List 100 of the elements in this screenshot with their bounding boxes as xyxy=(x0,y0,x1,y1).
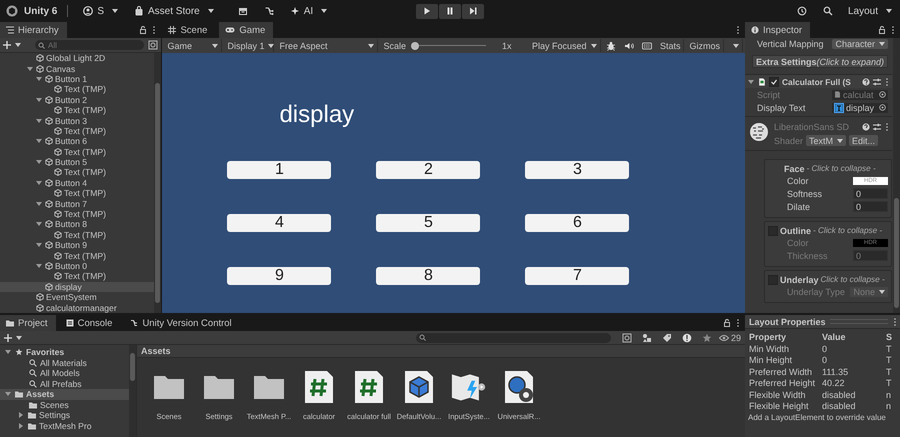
search-field[interactable]: All xyxy=(35,40,144,50)
expand-arrow-icon[interactable] xyxy=(36,222,42,226)
hierarchy-item[interactable]: Button 4 xyxy=(0,178,154,188)
keyboard-icon[interactable] xyxy=(642,40,652,50)
hierarchy-item[interactable]: Button 1 xyxy=(0,74,154,84)
asset-store-button[interactable]: Asset Store xyxy=(129,4,219,18)
expand-arrow-icon[interactable] xyxy=(36,202,42,206)
scale-slider[interactable] xyxy=(410,40,489,50)
expand-arrow-icon[interactable] xyxy=(36,98,42,102)
hierarchy-item[interactable]: Button 7 xyxy=(0,198,154,209)
lock-icon[interactable] xyxy=(878,26,886,34)
section-checkbox[interactable] xyxy=(768,274,778,284)
sliders-icon[interactable] xyxy=(873,78,881,86)
help-icon[interactable] xyxy=(862,123,870,131)
number-button[interactable]: 9 xyxy=(227,267,332,285)
lock-icon[interactable] xyxy=(723,319,731,327)
hierarchy-item[interactable]: Text (TMP) xyxy=(0,167,154,178)
hierarchy-item[interactable]: Canvas xyxy=(0,63,154,74)
bug-icon[interactable] xyxy=(606,40,616,50)
extra-settings-button[interactable]: Extra Settings(Click to expand) xyxy=(752,55,888,68)
more-menu-icon[interactable] xyxy=(153,26,156,34)
hierarchy-item[interactable]: Text (TMP) xyxy=(0,126,154,136)
step-button[interactable] xyxy=(462,4,484,18)
expand-arrow-icon[interactable] xyxy=(19,412,23,418)
project-tree-item[interactable]: TextMesh Pro xyxy=(0,420,129,431)
search-type-icon[interactable] xyxy=(622,332,632,342)
hierarchy-item[interactable]: Button 5 xyxy=(0,156,154,168)
project-tree-item[interactable]: Settings xyxy=(0,410,129,420)
section-checkbox[interactable] xyxy=(768,226,778,236)
number-button[interactable]: 7 xyxy=(525,267,630,285)
number-field[interactable]: 0 xyxy=(853,201,888,212)
object-field[interactable]: display xyxy=(832,102,888,112)
create-button[interactable] xyxy=(4,334,22,342)
expand-arrow-icon[interactable] xyxy=(36,243,42,248)
search-field[interactable] xyxy=(416,332,611,342)
number-button[interactable]: 4 xyxy=(227,214,332,232)
section-title[interactable]: Underlay xyxy=(780,274,819,284)
star-icon[interactable] xyxy=(702,332,712,342)
scrollbar[interactable] xyxy=(893,38,900,313)
project-tree-item[interactable]: Assets xyxy=(0,389,129,400)
number-button[interactable]: 8 xyxy=(376,267,480,285)
expand-arrow-icon[interactable] xyxy=(27,66,33,71)
scrollbar[interactable] xyxy=(154,53,162,313)
expand-arrow-icon[interactable] xyxy=(36,264,42,268)
hierarchy-item[interactable]: Text (TMP) xyxy=(0,146,154,157)
section-title[interactable]: Face xyxy=(784,164,805,174)
number-button[interactable]: 6 xyxy=(525,214,630,232)
project-tree-item[interactable]: All Prefabs xyxy=(0,378,129,389)
hidden-count[interactable]: 29 xyxy=(718,332,741,342)
hierarchy-item[interactable]: Text (TMP) xyxy=(0,208,154,220)
shapes-icon[interactable] xyxy=(642,332,652,342)
hierarchy-item[interactable]: Text (TMP) xyxy=(0,250,154,261)
hierarchy-item[interactable]: Text (TMP) xyxy=(0,104,154,116)
collapse-hint[interactable]: - Click to collapse - xyxy=(813,226,882,235)
filter-icon[interactable] xyxy=(148,40,158,50)
inspector-tab[interactable]: Inspector xyxy=(745,22,810,38)
project-tree-item[interactable]: All Materials xyxy=(0,358,129,368)
tag-icon[interactable] xyxy=(662,332,672,342)
edit-shader-button[interactable]: Edit... xyxy=(849,135,878,146)
hierarchy-item[interactable]: EventSystem xyxy=(0,292,154,302)
number-button[interactable]: 3 xyxy=(525,161,630,179)
panel-tab[interactable]: Unity Version Control xyxy=(124,315,240,331)
collapse-arrow-icon[interactable] xyxy=(748,80,754,84)
expand-arrow-icon[interactable] xyxy=(36,118,42,123)
sliders-icon[interactable] xyxy=(873,123,881,131)
speaker-icon[interactable] xyxy=(624,40,634,50)
account-button[interactable]: S xyxy=(78,4,124,18)
hierarchy-item[interactable]: Button 0 xyxy=(0,260,154,272)
ai-button[interactable]: AI xyxy=(284,4,332,18)
panel-tab[interactable]: Console xyxy=(60,315,120,331)
pause-button[interactable] xyxy=(439,4,461,18)
hierarchy-item[interactable]: Text (TMP) xyxy=(0,84,154,95)
hierarchy-item[interactable]: Button 8 xyxy=(0,219,154,230)
hierarchy-item[interactable]: Text (TMP) xyxy=(0,271,154,282)
hierarchy-item[interactable]: display xyxy=(0,282,154,292)
expand-arrow-icon[interactable] xyxy=(36,180,42,185)
expand-arrow-icon[interactable] xyxy=(5,392,11,396)
enable-checkbox[interactable] xyxy=(769,76,779,86)
project-tree-item[interactable]: All Models xyxy=(0,368,129,378)
expand-arrow-icon[interactable] xyxy=(36,76,42,81)
hierarchy-item[interactable]: Global Light 2D xyxy=(0,53,154,64)
panel-tab[interactable]: Project xyxy=(0,315,56,331)
hierarchy-item[interactable]: Button 2 xyxy=(0,94,154,105)
number-button[interactable]: 2 xyxy=(376,161,480,179)
expand-arrow-icon[interactable] xyxy=(5,350,11,354)
hierarchy-item[interactable]: calculatormanager xyxy=(0,302,154,313)
hierarchy-tab[interactable]: Hierarchy xyxy=(0,22,67,38)
view-tab[interactable]: Game xyxy=(219,22,274,38)
hierarchy-item[interactable]: Button 6 xyxy=(0,136,154,147)
collapse-hint[interactable]: - Click to collapse - xyxy=(806,164,876,173)
number-field[interactable]: 0 xyxy=(853,188,888,199)
expand-arrow-icon[interactable] xyxy=(19,422,23,429)
number-button[interactable]: 5 xyxy=(376,214,480,232)
layout-dropdown[interactable]: Layout xyxy=(844,4,896,18)
scrollbar[interactable] xyxy=(129,345,136,437)
shader-dropdown[interactable]: TextM xyxy=(806,135,846,146)
hierarchy-item[interactable]: Text (TMP) xyxy=(0,230,154,240)
hierarchy-item[interactable]: Text (TMP) xyxy=(0,188,154,198)
project-tree-item[interactable]: Scenes xyxy=(0,400,129,410)
create-button[interactable] xyxy=(3,41,21,49)
